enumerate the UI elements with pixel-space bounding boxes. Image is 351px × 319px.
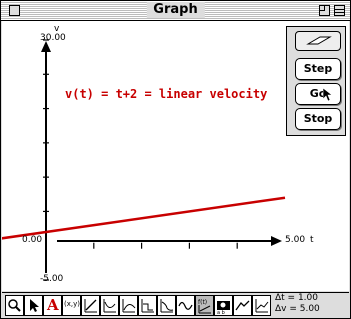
curve-tool[interactable] [176, 295, 195, 316]
xy-readout-tool[interactable]: (x,y) [62, 295, 81, 316]
equation-label: v(t) = t+2 = linear velocity [65, 87, 268, 101]
window-title: Graph [146, 2, 205, 18]
x-axis-letter: t [310, 235, 314, 245]
line-tool[interactable] [81, 295, 100, 316]
auto-scale-icon [235, 300, 250, 311]
y-min-label: -5.00 [40, 274, 64, 284]
x-min-label: 0.00 [22, 235, 43, 245]
arrow-icon [30, 299, 39, 312]
text-tool[interactable]: A [43, 295, 62, 316]
delta-readout: Δt = 1.00 Δv = 5.00 [275, 293, 320, 315]
derivative-icon [103, 299, 116, 313]
zoom-box[interactable] [319, 5, 330, 16]
graph-type-tool[interactable] [252, 295, 271, 316]
mouse-cursor [323, 88, 333, 102]
x-axis-ticks [93, 242, 238, 249]
slope-icon [122, 299, 136, 313]
step-button[interactable]: Step [295, 58, 341, 80]
svg-text:f(t): f(t) [198, 299, 207, 306]
delta-t-label: Δt = 1.00 [275, 293, 318, 303]
text-tool-icon: A [47, 296, 59, 314]
data-tool[interactable]: a b [214, 295, 233, 316]
tangent-tool[interactable] [138, 295, 157, 316]
auto-scale-tool[interactable] [233, 295, 252, 316]
graph-window: Graph v 30.00 0.00 5.00 t -5.00 v(t) = t… [0, 0, 351, 319]
magnifier-icon [8, 299, 21, 312]
eraser-icon [306, 36, 332, 45]
integral-tool[interactable] [157, 295, 176, 316]
stop-button[interactable]: Stop [295, 108, 341, 130]
svg-text:a b: a b [217, 310, 225, 315]
delta-v-label: Δv = 5.00 [275, 304, 320, 314]
slope-tool[interactable] [119, 295, 138, 316]
close-box[interactable] [9, 5, 20, 16]
derivative-tool[interactable] [100, 295, 119, 316]
go-button[interactable]: Go [295, 83, 341, 105]
xy-readout-icon: (x,y) [64, 300, 80, 308]
graph-type-icon [255, 299, 269, 313]
collapse-box[interactable] [334, 5, 345, 16]
integral-icon [160, 299, 174, 313]
curve-icon [178, 301, 193, 310]
line-icon [84, 299, 97, 313]
x-max-label: 5.00 [285, 235, 306, 245]
function-icon: f(t) [198, 299, 211, 314]
control-panel: Step Go Stop [286, 26, 346, 136]
tangent-icon [141, 299, 154, 313]
y-max-label: 30.00 [40, 33, 66, 43]
data-icon: a b [217, 301, 230, 315]
reset-button[interactable] [295, 31, 341, 51]
function-tool[interactable]: f(t) [195, 295, 214, 316]
x-axis-arrowhead [271, 236, 282, 246]
arrow-tool[interactable] [24, 295, 43, 316]
title-bar[interactable]: Graph [1, 1, 350, 21]
magnifier-tool[interactable] [5, 295, 24, 316]
velocity-line [2, 196, 286, 240]
